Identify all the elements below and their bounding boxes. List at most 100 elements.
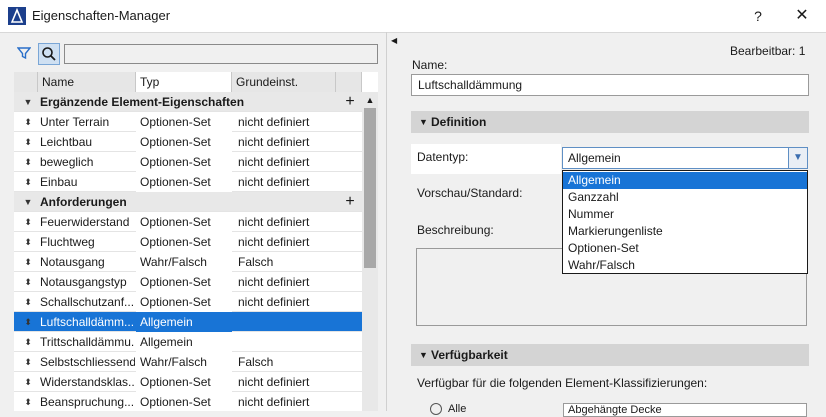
table-row[interactable]: ⬍ Leichtbau Optionen-Set nicht definiert: [14, 132, 362, 152]
scroll-thumb[interactable]: [364, 108, 376, 268]
drag-handle-icon[interactable]: ⬍: [22, 352, 34, 372]
table-row[interactable]: ⬍ Selbstschliessend Wahr/Falsch Falsch: [14, 352, 362, 372]
drag-handle-icon[interactable]: ⬍: [22, 292, 34, 312]
property-name: Fluchtweg: [40, 235, 95, 249]
property-default: nicht definiert: [238, 155, 310, 169]
property-default: nicht definiert: [238, 375, 310, 389]
property-name: Widerstandsklas...: [40, 375, 135, 389]
availability-label: Verfügbar für die folgenden Element-Klas…: [417, 376, 708, 390]
property-default: [234, 332, 344, 352]
property-name: Leichtbau: [40, 135, 93, 149]
property-default: nicht definiert: [238, 275, 310, 289]
close-button[interactable]: ✕: [788, 4, 816, 28]
property-default: nicht definiert: [238, 295, 310, 309]
datatype-dropdown[interactable]: Allgemein ▼: [562, 147, 808, 169]
expand-down-icon: ▼: [419, 350, 428, 360]
property-type: Wahr/Falsch: [136, 352, 232, 372]
drag-handle-icon[interactable]: ⬍: [22, 392, 34, 411]
drag-handle-icon[interactable]: ⬍: [22, 152, 34, 172]
classification-field[interactable]: Abgehängte Decke: [563, 403, 807, 417]
table-row[interactable]: ⬍ Notausgangstyp Optionen-Set nicht definie…: [14, 272, 362, 292]
datatype-option[interactable]: Ganzzahl: [563, 189, 807, 206]
property-name: Schallschutzanf...: [40, 295, 135, 309]
availability-all-radio[interactable]: [430, 403, 442, 415]
drag-handle-icon[interactable]: ⬍: [22, 312, 34, 332]
table-group-row[interactable]: ▼ Ergänzende Element-Eigenschaften +: [14, 92, 362, 112]
table-row[interactable]: ⬍ Fluchtweg Optionen-Set nicht definiert: [14, 232, 362, 252]
property-type: Allgemein: [136, 312, 232, 332]
table-row[interactable]: ⬍ Widerstandsklas... Optionen-Set nicht def…: [14, 372, 362, 392]
datatype-options-list: Allgemein Ganzzahl Nummer Markierungenliste…: [562, 170, 808, 274]
property-name: Selbstschliessend: [40, 355, 135, 369]
datatype-option[interactable]: Markierungenliste: [563, 223, 807, 240]
datatype-option[interactable]: Nummer: [563, 206, 807, 223]
table-row[interactable]: ⬍ Unter Terrain Optionen-Set nicht definier…: [14, 112, 362, 132]
search-button[interactable]: [38, 43, 60, 65]
property-name: Unter Terrain: [40, 115, 110, 129]
drag-handle-icon[interactable]: ⬍: [22, 252, 34, 272]
property-name: Notausgangstyp: [40, 275, 127, 289]
add-property-icon[interactable]: +: [342, 192, 358, 212]
property-default: nicht definiert: [238, 215, 310, 229]
definition-section-header[interactable]: ▼ Definition: [411, 111, 809, 133]
editable-count: Bearbeitbar: 1: [730, 44, 806, 58]
property-type: Optionen-Set: [136, 272, 232, 292]
datatype-label: Datentyp:: [417, 150, 469, 164]
name-field[interactable]: Luftschalldämmung: [411, 74, 809, 96]
table-group-row[interactable]: ▼ Anforderungen +: [14, 192, 362, 212]
definition-title: Definition: [431, 115, 487, 129]
availability-title: Verfügbarkeit: [431, 348, 508, 362]
property-type: Optionen-Set: [136, 112, 232, 132]
header-name[interactable]: Name: [38, 72, 136, 92]
header-type[interactable]: Typ: [136, 72, 232, 92]
property-name: Notausgang: [40, 255, 105, 269]
property-table: Name Typ Grundeinst. ▼ Ergänzende Element…: [14, 72, 378, 411]
help-button[interactable]: ?: [746, 4, 770, 28]
property-default: Falsch: [238, 355, 274, 369]
property-type: Optionen-Set: [136, 132, 232, 152]
table-scrollbar[interactable]: ▲: [362, 92, 378, 411]
table-row[interactable]: ⬍ Beanspruchung... Optionen-Set nicht defin…: [14, 392, 362, 411]
add-property-icon[interactable]: +: [342, 92, 358, 112]
app-logo-icon: [8, 7, 26, 25]
property-type: Optionen-Set: [136, 152, 232, 172]
expand-down-icon: ▼: [419, 117, 428, 127]
collapse-group-icon[interactable]: ▼: [22, 192, 34, 212]
drag-handle-icon[interactable]: ⬍: [22, 332, 34, 352]
drag-handle-icon[interactable]: ⬍: [22, 272, 34, 292]
datatype-option[interactable]: Allgemein: [563, 172, 807, 189]
property-type: Allgemein: [136, 332, 232, 352]
property-type: Optionen-Set: [136, 232, 232, 252]
table-row[interactable]: ⬍ Luftschalldämm... Allgemein: [14, 312, 362, 332]
drag-handle-icon[interactable]: ⬍: [22, 112, 34, 132]
panel-divider[interactable]: [386, 32, 387, 411]
property-default: nicht definiert: [238, 135, 310, 149]
drag-handle-icon[interactable]: ⬍: [22, 172, 34, 192]
availability-section-header[interactable]: ▼ Verfügbarkeit: [411, 344, 809, 366]
window-title: Eigenschaften-Manager: [32, 8, 171, 23]
header-default[interactable]: Grundeinst.: [232, 72, 336, 92]
table-row[interactable]: ⬍ Trittschalldämmu... Allgemein: [14, 332, 362, 352]
drag-handle-icon[interactable]: ⬍: [22, 372, 34, 392]
collapse-left-icon[interactable]: ◀: [391, 36, 397, 45]
drag-handle-icon[interactable]: ⬍: [22, 212, 34, 232]
table-row[interactable]: ⬍ Einbau Optionen-Set nicht definiert: [14, 172, 362, 192]
table-row[interactable]: ⬍ Feuerwiderstand Optionen-Set nicht defini…: [14, 212, 362, 232]
table-row[interactable]: ⬍ Schallschutzanf... Optionen-Set nicht def…: [14, 292, 362, 312]
table-row[interactable]: ⬍ beweglich Optionen-Set nicht definiert: [14, 152, 362, 172]
search-input[interactable]: [64, 44, 378, 64]
chevron-down-icon[interactable]: ▼: [788, 148, 807, 168]
property-type: Optionen-Set: [136, 372, 232, 392]
property-name: Einbau: [40, 175, 78, 189]
name-label: Name:: [412, 58, 448, 72]
drag-handle-icon[interactable]: ⬍: [22, 132, 34, 152]
filter-icon[interactable]: [17, 46, 31, 60]
drag-handle-icon[interactable]: ⬍: [22, 232, 34, 252]
table-row[interactable]: ⬍ Notausgang Wahr/Falsch Falsch: [14, 252, 362, 272]
datatype-option[interactable]: Optionen-Set: [563, 240, 807, 257]
collapse-group-icon[interactable]: ▼: [22, 92, 34, 112]
scroll-up-icon[interactable]: ▲: [364, 94, 376, 106]
property-default: nicht definiert: [238, 115, 310, 129]
property-name: Trittschalldämmu...: [40, 335, 135, 349]
datatype-option[interactable]: Wahr/Falsch: [563, 257, 807, 274]
